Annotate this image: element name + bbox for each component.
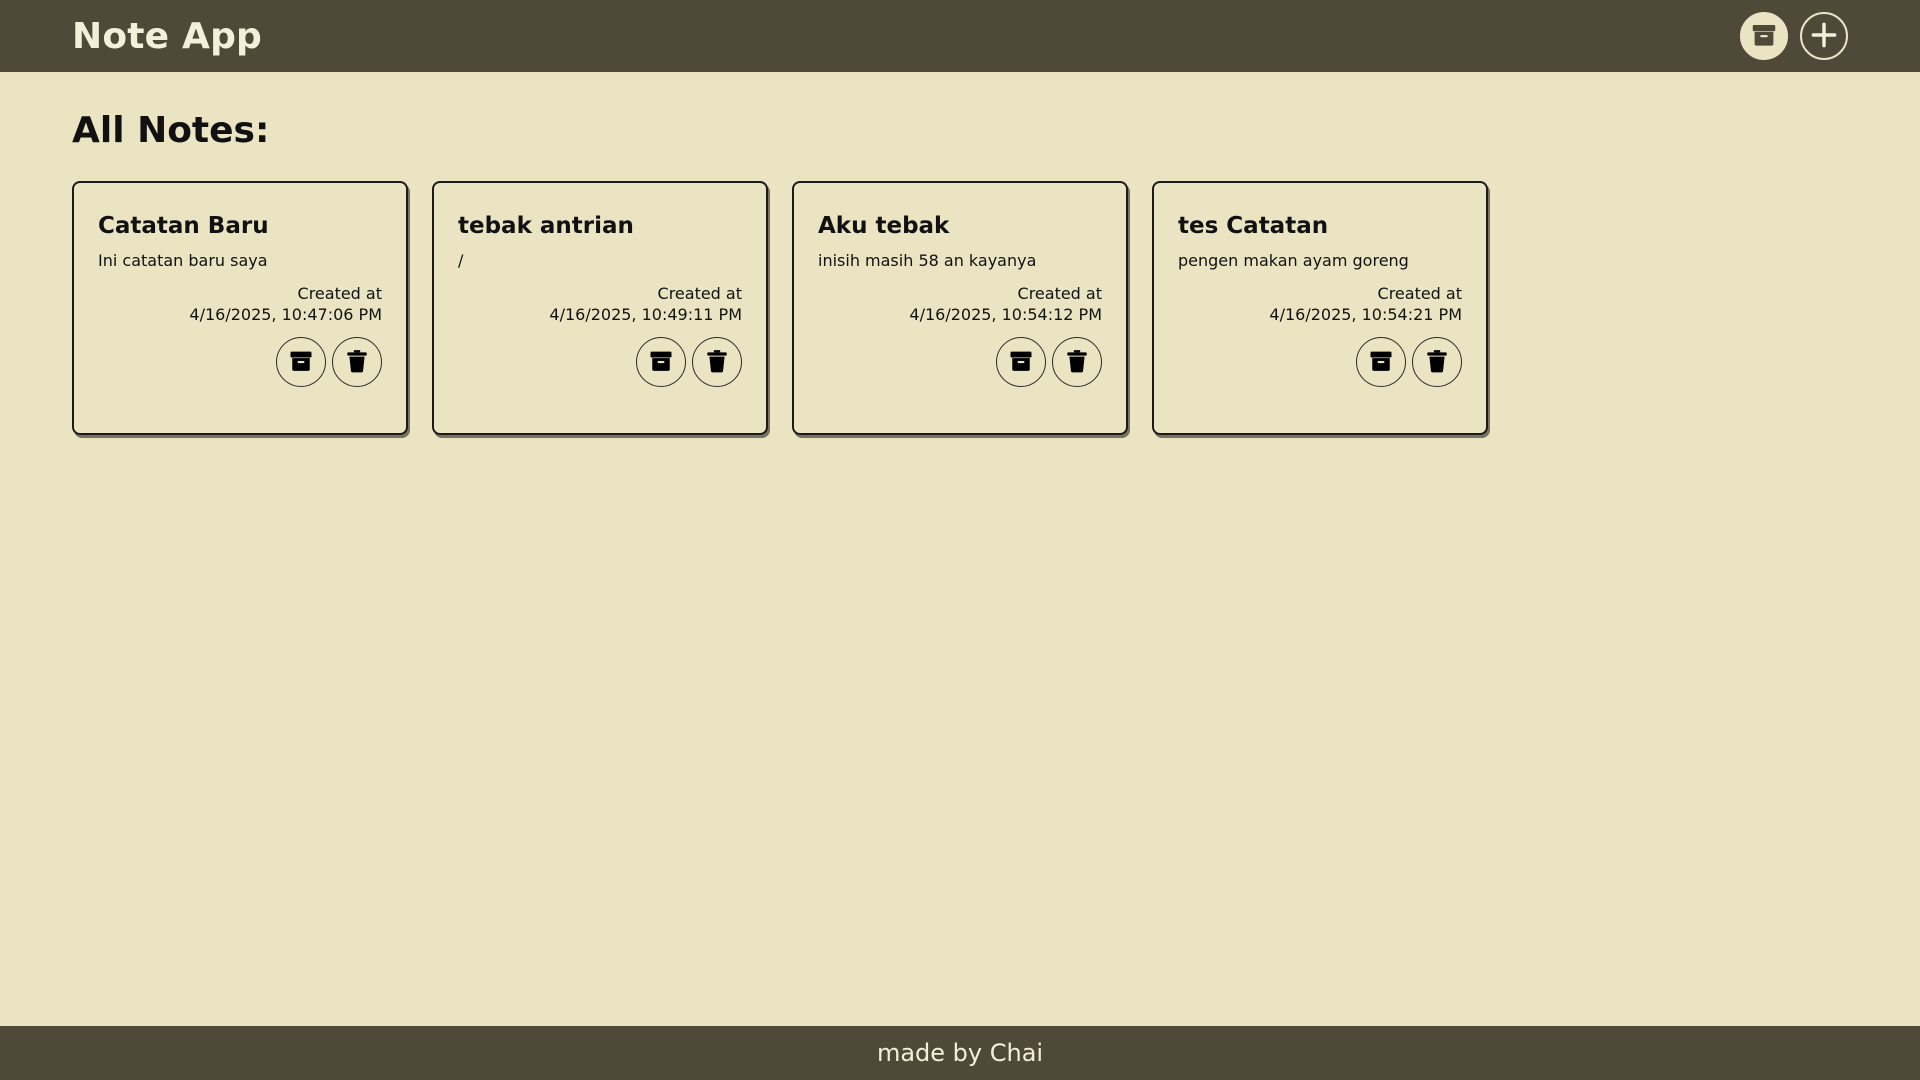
note-created-meta: Created at 4/16/2025, 10:47:06 PM: [98, 283, 382, 325]
note-created-label: Created at: [657, 284, 742, 303]
trash-icon: [1424, 347, 1450, 378]
delete-note-button[interactable]: [1052, 337, 1102, 387]
note-actions: [1178, 337, 1462, 387]
note-title: Catatan Baru: [98, 213, 269, 239]
note-actions: [98, 337, 382, 387]
main-content: All Notes: Catatan Baru Ini catatan baru…: [72, 72, 1848, 435]
note-created-date: 4/16/2025, 10:47:06 PM: [189, 305, 382, 324]
delete-note-button[interactable]: [692, 337, 742, 387]
note-title: Aku tebak: [818, 213, 950, 239]
note-created-date: 4/16/2025, 10:54:12 PM: [909, 305, 1102, 324]
note-created-label: Created at: [297, 284, 382, 303]
note-created-label: Created at: [1377, 284, 1462, 303]
footer: made by Chai: [0, 1026, 1920, 1080]
note-created-meta: Created at 4/16/2025, 10:49:11 PM: [458, 283, 742, 325]
archive-note-button[interactable]: [996, 337, 1046, 387]
note-card: tes Catatan pengen makan ayam goreng Cre…: [1152, 181, 1488, 435]
add-note-button[interactable]: [1800, 12, 1848, 60]
trash-icon: [344, 347, 370, 378]
notes-list: Catatan Baru Ini catatan baru saya Creat…: [72, 181, 1848, 435]
delete-note-button[interactable]: [1412, 337, 1462, 387]
archive-icon: [647, 347, 675, 378]
note-created-meta: Created at 4/16/2025, 10:54:21 PM: [1178, 283, 1462, 325]
archive-icon: [1749, 20, 1779, 53]
header-actions: [1740, 12, 1848, 60]
note-title: tebak antrian: [458, 213, 634, 239]
archive-icon: [287, 347, 315, 378]
note-card: Catatan Baru Ini catatan baru saya Creat…: [72, 181, 408, 435]
archive-notes-button[interactable]: [1740, 12, 1788, 60]
archive-note-button[interactable]: [636, 337, 686, 387]
note-title: tes Catatan: [1178, 213, 1329, 239]
note-body: /: [458, 251, 464, 270]
archive-note-button[interactable]: [276, 337, 326, 387]
archive-note-button[interactable]: [1356, 337, 1406, 387]
note-actions: [818, 337, 1102, 387]
note-body: pengen makan ayam goreng: [1178, 251, 1409, 270]
note-body: inisih masih 58 an kayanya: [818, 251, 1037, 270]
archive-icon: [1007, 347, 1035, 378]
note-card: Aku tebak inisih masih 58 an kayanya Cre…: [792, 181, 1128, 435]
note-body: Ini catatan baru saya: [98, 251, 268, 270]
note-card: tebak antrian / Created at 4/16/2025, 10…: [432, 181, 768, 435]
footer-credit: made by Chai: [876, 1039, 1044, 1067]
note-created-label: Created at: [1017, 284, 1102, 303]
app-title: Note App: [72, 15, 263, 57]
delete-note-button[interactable]: [332, 337, 382, 387]
note-created-date: 4/16/2025, 10:49:11 PM: [549, 305, 742, 324]
trash-icon: [1064, 347, 1090, 378]
plus-icon: [1808, 19, 1840, 54]
note-actions: [458, 337, 742, 387]
note-created-date: 4/16/2025, 10:54:21 PM: [1269, 305, 1462, 324]
note-created-meta: Created at 4/16/2025, 10:54:12 PM: [818, 283, 1102, 325]
section-title: All Notes:: [72, 110, 270, 151]
trash-icon: [704, 347, 730, 378]
archive-icon: [1367, 347, 1395, 378]
app-header: Note App: [0, 0, 1920, 72]
